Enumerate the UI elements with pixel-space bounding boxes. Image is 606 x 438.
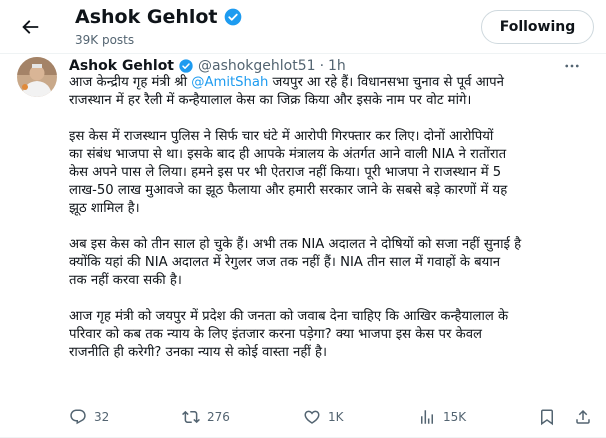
views-button[interactable]: 15K [418,404,466,430]
tweet-paragraph: इस केस में राजस्थान पुलिस ने सिर्फ चार घ… [69,128,599,218]
repost-button[interactable]: 276 [182,404,230,430]
tweet-line: अब इस केस को तीन साल हो चुके हैं। अभी तक… [69,237,522,252]
meta-separator: · [319,58,325,74]
views-icon [421,410,433,424]
tweet-paragraph: आज गृह मंत्री को जयपुर में प्रदेश की जनत… [69,308,599,362]
tweet-header: Ashok Gehlot @ashokgehlot51 · 1h [69,56,599,76]
tweet-line: आज केन्द्रीय गृह मंत्री श्री @AmitShah ज… [69,74,599,92]
profile-header: Ashok Gehlot 39K posts Following [0,0,606,53]
tweet-line: का संबंध भाजपा से था। इसके बाद ही आपके म… [69,147,507,162]
like-count: 1K [328,410,344,424]
tweet-line: केस अपने पास ले लिया। हमने इस पर भी ऐतरा… [69,165,502,180]
profile-title: Ashok Gehlot [75,6,218,28]
tweet-line: क्योंकि यहां की NIA अदालत में रेगुलर जज … [69,255,501,270]
reply-count: 32 [94,410,110,424]
header-divider [0,53,606,54]
share-icon [576,409,590,424]
reply-button[interactable]: 32 [69,404,109,430]
reply-icon [70,409,86,425]
tweet-line-text: जयपुर आ रहे हैं। विधानसभा चुनाव से पूर्व… [268,75,504,90]
avatar[interactable] [17,57,57,97]
author-name[interactable]: Ashok Gehlot [69,58,174,74]
bookmark-button[interactable] [538,404,563,430]
post-count: 39K posts [75,33,135,47]
share-button[interactable] [574,404,599,430]
repost-count: 276 [207,410,230,424]
verified-badge-icon [223,7,243,27]
tweet-paragraph: अब इस केस को तीन साल हो चुके हैं। अभी तक… [69,236,599,290]
tweet-line: राजस्थान में हर रैली में कन्हैयालाल केस … [69,93,472,108]
more-icon [565,64,579,68]
following-button[interactable]: Following [481,10,594,44]
tweet-line: तक नहीं करवा सकी है। [69,273,182,288]
tweet-line: लाख-50 लाख मुआवजे का झूठ फैलाया और हमारी… [69,183,508,198]
tweet-action-bar: 32 276 1K 15K [69,404,599,430]
bookmark-icon [541,409,553,426]
tweet-timestamp[interactable]: 1h [328,58,346,74]
repost-icon [182,410,200,424]
tweet-line: राजनीति ही करेगी? उनका न्याय से कोई वास्… [69,345,327,360]
tweet-paragraph: आज केन्द्रीय गृह मंत्री श्री @AmitShah ज… [69,74,599,110]
like-button[interactable]: 1K [303,404,344,430]
verified-badge-icon [178,58,194,74]
tweet-line: परिवार को कब तक न्याय के लिए इंतजार करना… [69,327,482,342]
tweet-text: आज केन्द्रीय गृह मंत्री श्री @AmitShah ज… [69,74,599,362]
mention-link[interactable]: @AmitShah [191,75,268,90]
profile-title-row: Ashok Gehlot [75,6,243,28]
views-count: 15K [443,410,467,424]
back-arrow-icon [22,20,39,34]
tweet-line: आज गृह मंत्री को जयपुर में प्रदेश की जनत… [69,309,509,324]
tweet-line: झूठ शामिल है। [69,201,140,216]
author-handle[interactable]: @ashokgehlot51 [198,58,316,74]
tweet-line: इस केस में राजस्थान पुलिस ने सिर्फ चार घ… [69,129,494,144]
more-button[interactable] [560,56,584,76]
back-button[interactable] [17,14,43,40]
like-icon [304,410,320,424]
tweet-line-text: आज केन्द्रीय गृह मंत्री श्री [69,75,192,90]
